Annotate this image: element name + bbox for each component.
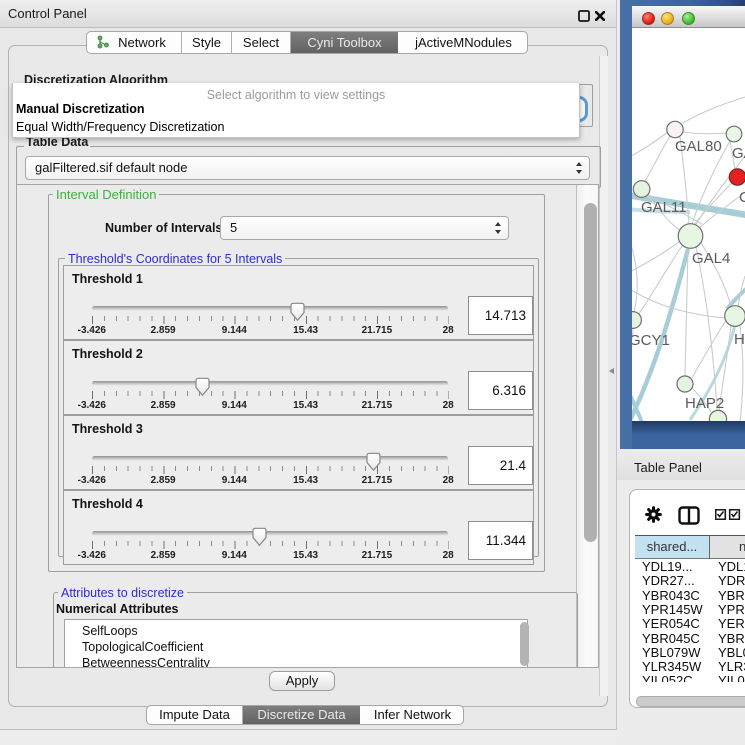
svg-text:GCY1: GCY1 <box>632 332 670 349</box>
svg-text:GA: GA <box>732 145 745 162</box>
svg-text:GAL4: GAL4 <box>692 250 730 267</box>
svg-text:HAP2: HAP2 <box>685 395 724 412</box>
svg-text:C: C <box>739 189 745 206</box>
svg-text:GAL11: GAL11 <box>641 199 687 216</box>
svg-text:GAL80: GAL80 <box>675 138 722 155</box>
svg-text:H: H <box>734 331 745 348</box>
